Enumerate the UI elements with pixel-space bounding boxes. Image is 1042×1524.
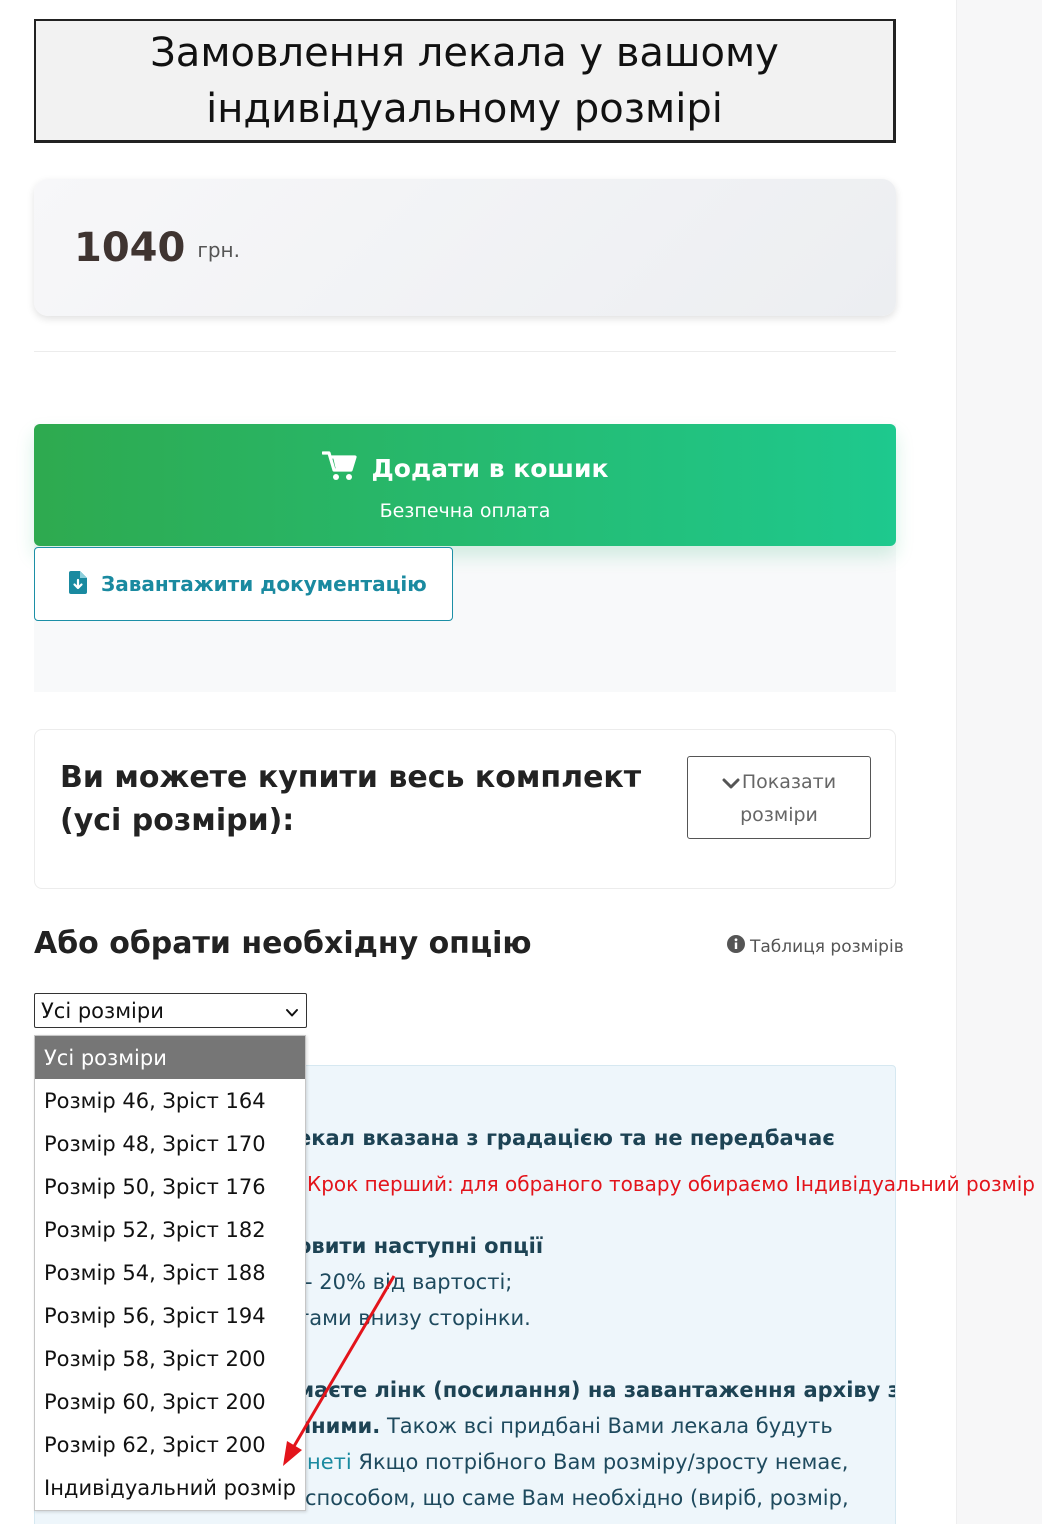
download-documentation-label: Завантажити документацію [101,572,427,596]
info-line: овити наступні опції [297,1234,544,1258]
price-currency: грн. [197,237,240,262]
info-line-rest: Якщо потрібного Вам розміру/зросту немає… [351,1450,849,1474]
chevron-down-icon [284,1002,300,1026]
info-line-bold: аними. [297,1414,381,1438]
cart-button-main: Додати в кошик [34,450,896,486]
file-download-icon [69,570,87,598]
show-sizes-button[interactable]: Показати розміри [687,756,871,839]
divider [34,351,896,352]
add-to-cart-button[interactable]: Додати в кошик Безпечна оплата [34,424,896,546]
select-option[interactable]: Розмір 60, Зріст 200 [35,1380,305,1423]
shopping-cart-icon [320,450,358,486]
page-title: Замовлення лекала у вашому індивідуально… [150,29,779,132]
full-kit-title: Ви можете купити весь комплект (усі розм… [60,760,642,838]
download-documentation-button[interactable]: Завантажити документацію [34,547,453,621]
select-option[interactable]: Розмір 46, Зріст 164 [35,1079,305,1122]
price-card: 1040 грн. [34,179,896,316]
info-circle-icon [727,935,745,958]
info-line: екал вказана з градацією та не передбача… [297,1126,835,1150]
secure-payment-label: Безпечна оплата [379,500,551,522]
info-line: неті Якщо потрібного Вам розміру/зросту … [307,1450,848,1474]
chevron-down-icon [722,769,740,800]
full-kit-card: Ви можете купити весь комплект (усі розм… [34,729,896,889]
size-select[interactable]: Усі розміри [34,993,307,1028]
account-link[interactable]: неті [307,1450,352,1474]
info-line: способом, що саме Вам необхідно (виріб, … [305,1486,849,1510]
select-option[interactable]: Індивідуальний розмір [35,1466,305,1509]
select-option[interactable]: Усі розміри [35,1036,305,1079]
select-option[interactable]: Розмір 48, Зріст 170 [35,1122,305,1165]
options-heading: Або обрати необхідну опцію [34,926,532,961]
right-sidebar-strip [956,0,1042,1524]
select-option[interactable]: Розмір 54, Зріст 188 [35,1251,305,1294]
size-table-link[interactable]: Таблиця розмірів [727,935,904,958]
page-title-box: Замовлення лекала у вашому індивідуально… [34,19,896,143]
select-option[interactable]: Розмір 62, Зріст 200 [35,1423,305,1466]
select-option[interactable]: Розмір 56, Зріст 194 [35,1294,305,1337]
info-line: аними. Також всі придбані Вами лекала бу… [297,1414,833,1438]
info-line: тами внизу сторінки. [297,1306,531,1330]
select-option[interactable]: Розмір 58, Зріст 200 [35,1337,305,1380]
select-option[interactable]: Розмір 50, Зріст 176 [35,1165,305,1208]
show-sizes-label: Показати розміри [740,771,837,826]
size-table-label: Таблиця розмірів [750,936,904,957]
info-line: маєте лінк (посилання) на завантаження а… [297,1378,896,1402]
info-line-rest: Також всі придбані Вами лекала будуть [380,1414,833,1438]
add-to-cart-label: Додати в кошик [371,453,609,483]
info-line: - 20% від вартості; [305,1270,513,1294]
size-select-dropdown: Усі розміри Розмір 46, Зріст 164 Розмір 48… [34,1035,306,1511]
size-select-value: Усі розміри [41,998,164,1023]
price-value: 1040 [74,224,186,271]
select-option[interactable]: Розмір 52, Зріст 182 [35,1208,305,1251]
annotation-step-one: Крок перший: для обраного товару обираєм… [307,1172,1035,1196]
